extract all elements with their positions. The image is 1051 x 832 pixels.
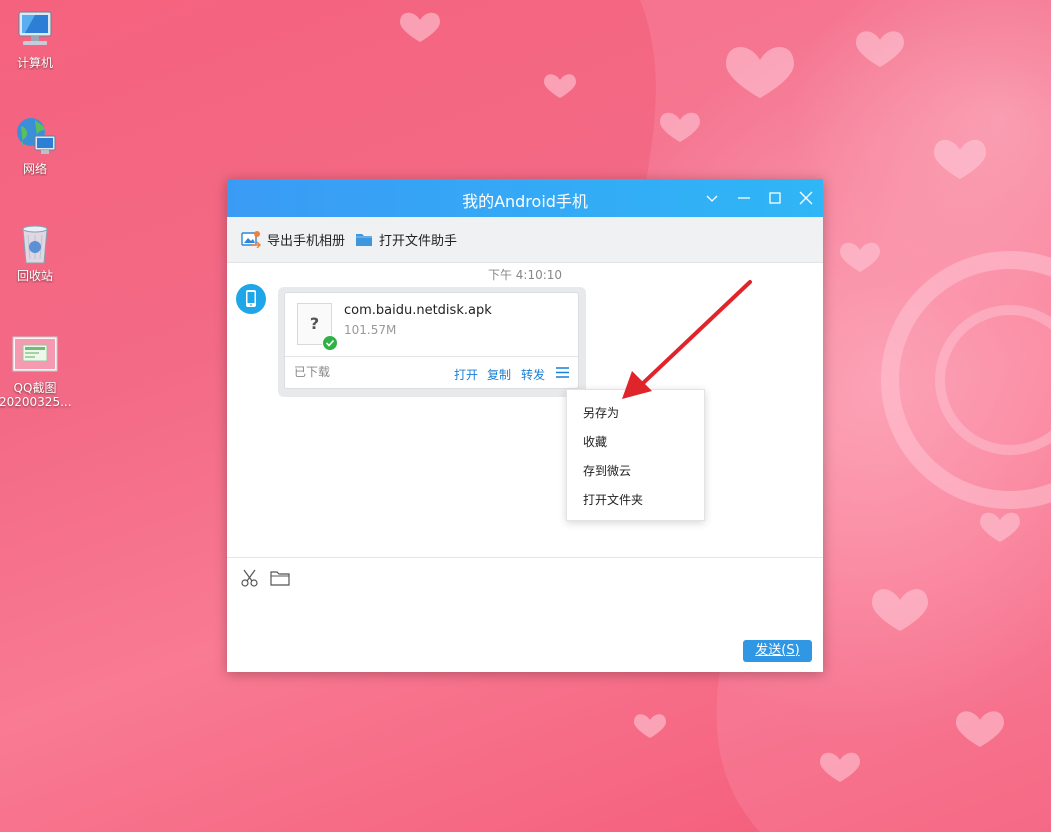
maximize-icon[interactable] [765, 188, 785, 208]
check-circle-icon [322, 335, 338, 351]
unknown-file-icon: ? [297, 303, 338, 351]
desktop-icon-computer[interactable]: 计算机 [0, 8, 71, 70]
file-size: 101.57M [344, 323, 397, 337]
recycle-bin-icon [22, 225, 48, 264]
open-file-helper-label: 打开文件助手 [379, 233, 458, 249]
file-type-glyph: ? [309, 314, 320, 333]
close-icon[interactable] [796, 188, 816, 208]
folder-icon [356, 234, 372, 246]
download-status: 已下载 [294, 365, 331, 379]
file-message-bubble: ? com.baidu.netdisk.apk 101.57M 已下载 打开 复… [278, 287, 586, 397]
qq-file-transfer-window: 我的Android手机 导出手机相册 打开文件助手 下午 4:10:10 ? c… [227, 179, 823, 672]
desktop-icon-label: 计算机 [16, 56, 53, 70]
desktop-icon-screenshot[interactable]: QQ截图 20200325... [0, 333, 71, 409]
export-album-button[interactable]: 导出手机相册 [241, 229, 345, 249]
file-name: com.baidu.netdisk.apk [344, 303, 492, 318]
copy-file-link[interactable]: 复制 [487, 366, 511, 383]
chat-area: 下午 4:10:10 ? com.baidu.netdisk.apk 101.5… [227, 263, 823, 557]
window-titlebar[interactable]: 我的Android手机 [227, 179, 823, 217]
desktop-icon-label: 回收站 [16, 269, 53, 283]
message-timestamp: 下午 4:10:10 [487, 268, 563, 282]
window-toolbar: 导出手机相册 打开文件助手 [227, 217, 823, 263]
menu-item-save-as[interactable]: 另存为 [583, 404, 619, 421]
desktop-icon-label: QQ截图 20200325... [0, 381, 71, 409]
desktop-icon-network[interactable]: 网络 [0, 114, 71, 176]
open-file-link[interactable]: 打开 [454, 366, 478, 383]
message-input[interactable] [239, 597, 811, 635]
menu-item-favorite[interactable]: 收藏 [583, 433, 607, 450]
folder-icon[interactable] [269, 568, 291, 588]
export-album-label: 导出手机相册 [267, 233, 346, 249]
menu-item-open-folder[interactable]: 打开文件夹 [583, 491, 643, 508]
phone-icon [246, 290, 256, 307]
export-photo-icon [241, 231, 261, 248]
input-divider [227, 557, 823, 558]
avatar[interactable] [236, 284, 266, 314]
open-file-helper-button[interactable]: 打开文件助手 [355, 229, 457, 249]
desktop-icon-label: 网络 [22, 162, 47, 176]
chevron-down-icon[interactable] [702, 188, 722, 208]
menu-item-save-to-weiyun[interactable]: 存到微云 [583, 462, 631, 479]
scissors-icon[interactable] [239, 568, 261, 588]
forward-file-link[interactable]: 转发 [521, 366, 545, 383]
desktop-icon-recycle-bin[interactable]: 回收站 [0, 221, 71, 283]
send-button[interactable]: 发送(S) [743, 640, 812, 662]
file-context-menu: 另存为 收藏 存到微云 打开文件夹 [566, 389, 705, 521]
divider [285, 356, 578, 357]
computer-icon [18, 11, 52, 45]
more-menu-icon[interactable] [556, 367, 569, 378]
send-button-label: 发送(S) [755, 643, 800, 658]
image-file-icon [12, 336, 58, 372]
minimize-icon[interactable] [734, 188, 754, 208]
network-icon [17, 118, 56, 154]
file-card[interactable]: ? com.baidu.netdisk.apk 101.57M 已下载 打开 复… [284, 292, 579, 389]
